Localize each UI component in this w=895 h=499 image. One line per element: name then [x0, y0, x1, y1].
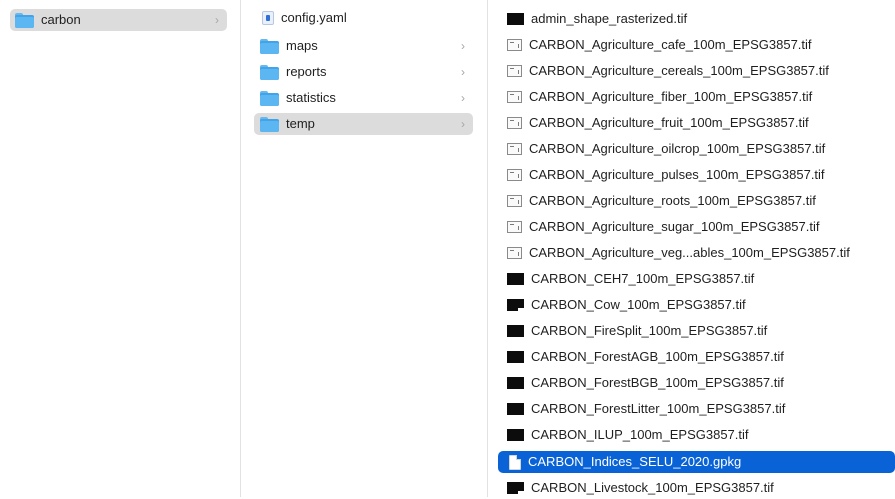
cow-tif-icon [507, 299, 524, 311]
file-label: CARBON_ForestBGB_100m_EPSG3857.tif [531, 375, 784, 390]
dark-tif-icon [507, 403, 524, 415]
file-row[interactable]: CARBON_FireSplit_100m_EPSG3857.tif [498, 320, 895, 342]
dark-tif-icon [507, 325, 524, 337]
folder-row-carbon[interactable]: carbon › [10, 9, 227, 31]
chevron-right-icon: › [461, 65, 465, 79]
cow-tif-icon [507, 482, 524, 494]
light-tif-icon [507, 169, 522, 181]
file-row[interactable]: CARBON_Agriculture_cereals_100m_EPSG3857… [498, 60, 895, 82]
folder-label: statistics [286, 90, 336, 105]
column-divider [240, 0, 241, 497]
file-label: admin_shape_rasterized.tif [531, 11, 688, 26]
chevron-right-icon: › [461, 39, 465, 53]
light-tif-icon [507, 221, 522, 233]
light-tif-icon [507, 91, 522, 103]
folder-icon [260, 64, 279, 80]
file-label: CARBON_Agriculture_fruit_100m_EPSG3857.t… [529, 115, 809, 130]
light-tif-icon [507, 65, 522, 77]
dark-tif-icon [507, 273, 524, 285]
folder-row-temp[interactable]: temp › [254, 113, 473, 135]
file-label: CARBON_Agriculture_cereals_100m_EPSG3857… [529, 63, 829, 78]
file-label: CARBON_Agriculture_veg...ables_100m_EPSG… [529, 245, 850, 260]
light-tif-icon [507, 117, 522, 129]
dark-tif-icon [507, 429, 524, 441]
file-row[interactable]: CARBON_Livestock_100m_EPSG3857.tif [498, 477, 895, 499]
yaml-file-icon [262, 11, 274, 25]
file-row[interactable]: CARBON_Agriculture_fruit_100m_EPSG3857.t… [498, 112, 895, 134]
folder-label: reports [286, 64, 327, 79]
file-row[interactable]: CARBON_Agriculture_oilcrop_100m_EPSG3857… [498, 138, 895, 160]
file-label: CARBON_CEH7_100m_EPSG3857.tif [531, 271, 755, 286]
folder-icon [260, 90, 279, 106]
file-label: CARBON_Indices_SELU_2020.gpkg [528, 454, 742, 469]
file-label: CARBON_Agriculture_oilcrop_100m_EPSG3857… [529, 141, 826, 156]
file-row[interactable]: CARBON_ForestAGB_100m_EPSG3857.tif [498, 346, 895, 368]
folder-label: temp [286, 116, 315, 131]
folder-label: carbon [41, 12, 81, 27]
chevron-right-icon: › [461, 91, 465, 105]
light-tif-icon [507, 195, 522, 207]
file-row[interactable]: CARBON_Agriculture_cafe_100m_EPSG3857.ti… [498, 34, 895, 56]
gpkg-document-icon [509, 454, 521, 470]
chevron-right-icon: › [461, 117, 465, 131]
file-row[interactable]: CARBON_Agriculture_roots_100m_EPSG3857.t… [498, 190, 895, 212]
chevron-right-icon: › [215, 13, 219, 27]
folder-label: maps [286, 38, 318, 53]
file-row[interactable]: admin_shape_rasterized.tif [498, 8, 895, 30]
column-parent: carbon › [0, 0, 232, 497]
file-label: CARBON_ILUP_100m_EPSG3857.tif [531, 427, 749, 442]
file-label: CARBON_Agriculture_cafe_100m_EPSG3857.ti… [529, 37, 812, 52]
file-label: config.yaml [281, 10, 347, 25]
file-label: CARBON_FireSplit_100m_EPSG3857.tif [531, 323, 768, 338]
column-divider [487, 0, 488, 497]
light-tif-icon [507, 39, 522, 51]
column-carbon: config.yaml maps › reports › statistics … [242, 0, 479, 497]
light-tif-icon [507, 143, 522, 155]
file-label: CARBON_ForestAGB_100m_EPSG3857.tif [531, 349, 784, 364]
folder-icon [15, 12, 34, 28]
file-row[interactable]: CARBON_ForestBGB_100m_EPSG3857.tif [498, 372, 895, 394]
file-label: CARBON_Agriculture_roots_100m_EPSG3857.t… [529, 193, 816, 208]
file-row-config[interactable]: config.yaml [254, 7, 473, 29]
file-row[interactable]: CARBON_Cow_100m_EPSG3857.tif [498, 294, 895, 316]
file-row[interactable]: CARBON_Agriculture_sugar_100m_EPSG3857.t… [498, 216, 895, 238]
file-row[interactable]: CARBON_Agriculture_veg...ables_100m_EPSG… [498, 242, 895, 264]
file-row[interactable]: CARBON_ForestLitter_100m_EPSG3857.tif [498, 398, 895, 420]
dark-tif-icon [507, 377, 524, 389]
folder-row-maps[interactable]: maps › [254, 35, 473, 57]
file-label: CARBON_Agriculture_sugar_100m_EPSG3857.t… [529, 219, 820, 234]
file-row[interactable]: CARBON_CEH7_100m_EPSG3857.tif [498, 268, 895, 290]
dark-tif-icon [507, 13, 524, 25]
file-label: CARBON_Livestock_100m_EPSG3857.tif [531, 480, 774, 495]
light-tif-icon [507, 247, 522, 259]
dark-tif-icon [507, 351, 524, 363]
folder-icon [260, 38, 279, 54]
file-row[interactable]: CARBON_Agriculture_pulses_100m_EPSG3857.… [498, 164, 895, 186]
column-temp: admin_shape_rasterized.tif CARBON_Agricu… [490, 0, 895, 497]
file-label: CARBON_Agriculture_pulses_100m_EPSG3857.… [529, 167, 825, 182]
folder-row-statistics[interactable]: statistics › [254, 87, 473, 109]
file-row[interactable]: CARBON_Agriculture_fiber_100m_EPSG3857.t… [498, 86, 895, 108]
folder-row-reports[interactable]: reports › [254, 61, 473, 83]
file-row[interactable]: CARBON_ILUP_100m_EPSG3857.tif [498, 424, 895, 446]
file-row-selected[interactable]: CARBON_Indices_SELU_2020.gpkg [498, 451, 895, 473]
file-label: CARBON_Agriculture_fiber_100m_EPSG3857.t… [529, 89, 813, 104]
folder-icon [260, 116, 279, 132]
file-label: CARBON_Cow_100m_EPSG3857.tif [531, 297, 746, 312]
file-label: CARBON_ForestLitter_100m_EPSG3857.tif [531, 401, 786, 416]
